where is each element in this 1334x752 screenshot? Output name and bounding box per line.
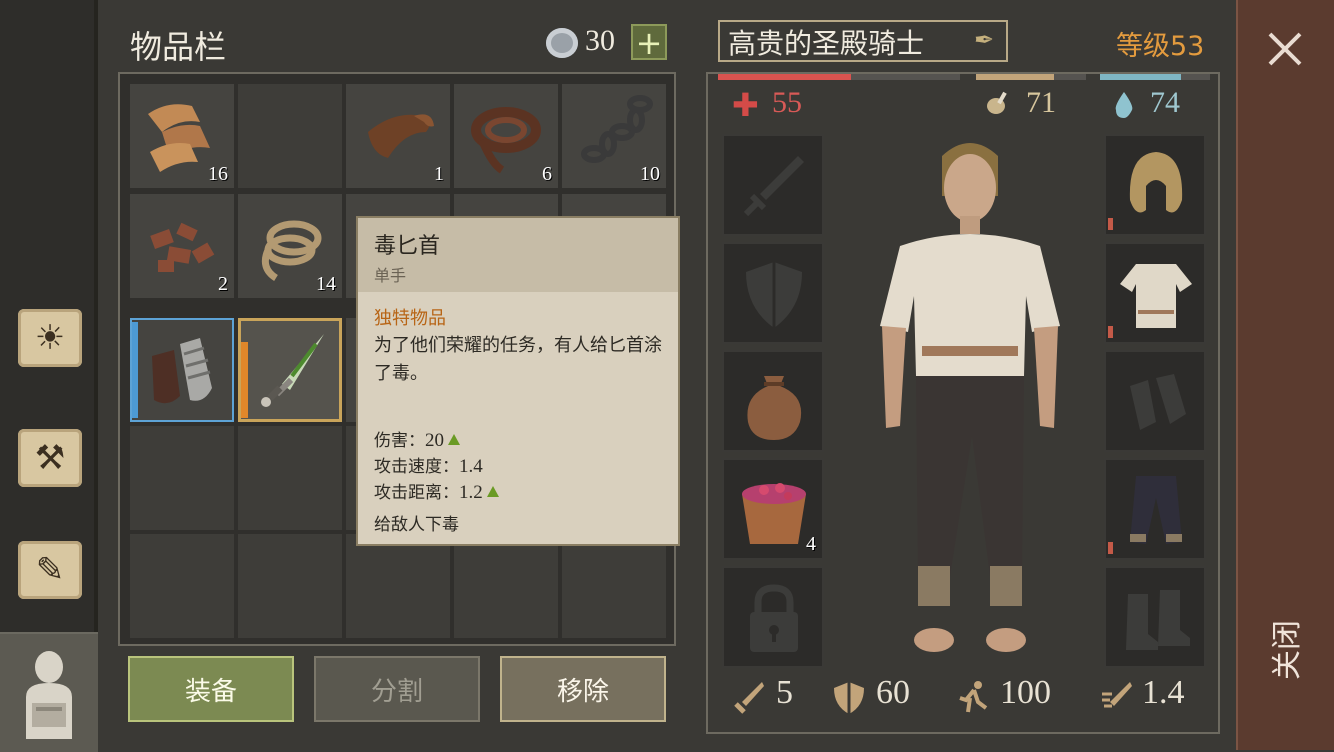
item-count: 1 (434, 163, 444, 185)
sack-icon (747, 376, 802, 440)
sidebar-journal-button[interactable]: ☀ (8, 296, 92, 380)
item-tooltip: 毒匕首 单手 独特物品 为了他们荣耀的任务，有人给匕首涂了毒。 伤害：20 攻击… (356, 216, 680, 546)
scraps-icon (150, 222, 215, 272)
item-count: 14 (316, 273, 336, 295)
equip-button[interactable]: 装备 (128, 656, 294, 722)
close-label: 关闭 (1270, 620, 1305, 680)
item-count: 4 (806, 533, 816, 555)
left-sidebar: ☀ ⚒ ✎ (0, 0, 98, 752)
item-count: 10 (640, 163, 660, 185)
hands-slot[interactable] (1104, 350, 1206, 452)
inventory-title: 物品栏 (130, 28, 227, 66)
hammer-icon: ⚒ (18, 429, 82, 487)
tooltip-rarity: 独特物品 (374, 308, 446, 329)
armor-value: 60 (876, 674, 910, 711)
edit-feather-icon[interactable]: ✒ (974, 26, 1000, 56)
shield-slot[interactable] (722, 242, 824, 344)
scroll-quill-icon: ✎ (18, 541, 82, 599)
inventory-slot[interactable]: 14 (238, 194, 342, 298)
sun-book-icon: ☀ (18, 309, 82, 367)
split-button[interactable]: 分割 (314, 656, 480, 722)
attack-icon (734, 682, 764, 714)
running-speed-icon (959, 681, 988, 713)
bag-slot[interactable] (722, 350, 824, 452)
inventory-slot[interactable] (238, 426, 342, 530)
tooltip-item-name: 毒匕首 (374, 234, 441, 259)
leather-strap-icon (471, 107, 541, 174)
sword-icon (743, 156, 804, 217)
inventory-slot[interactable] (346, 534, 450, 638)
attack-speed-value: 1.4 (1142, 674, 1185, 711)
sidebar-quests-button[interactable]: ✎ (8, 528, 92, 612)
berry-bowl-icon (742, 483, 806, 544)
inventory-slot[interactable] (130, 534, 234, 638)
increase-arrow-icon (486, 486, 499, 497)
pants-icon (1130, 476, 1182, 544)
character-backpack-icon (26, 651, 72, 739)
armor-gloves-icon (152, 338, 212, 404)
character-model (880, 143, 1060, 652)
speed-value: 100 (1000, 674, 1051, 711)
inventory-slot[interactable]: 2 (130, 194, 234, 298)
feet-slot[interactable] (1104, 566, 1206, 668)
tooltip-effect: 给敌人下毒 (374, 515, 459, 535)
item-count: 6 (542, 163, 552, 185)
tooltip-stat-attack-speed: 攻击速度：1.4 (374, 456, 483, 477)
remove-button[interactable]: 移除 (500, 656, 666, 722)
inventory-slot[interactable]: 16 (130, 84, 234, 188)
add-currency-button[interactable]: + (631, 24, 667, 60)
armor-icon (834, 682, 864, 714)
attack-speed-icon (1102, 682, 1132, 708)
inventory-slot[interactable] (238, 534, 342, 638)
item-count: 16 (208, 163, 228, 185)
weapon-slot[interactable] (722, 134, 824, 236)
inventory-slot[interactable]: 10 (562, 84, 666, 188)
boots-icon (1126, 590, 1190, 650)
inventory-slot[interactable] (562, 534, 666, 638)
inventory-slot-selected[interactable] (238, 318, 342, 422)
locked-slot (722, 566, 824, 668)
leather-icon (368, 114, 434, 158)
close-icon[interactable] (1264, 28, 1306, 70)
inventory-slot[interactable] (454, 534, 558, 638)
character-name: 高贵的圣殿骑士 (728, 27, 925, 60)
currency-count: 30 (585, 24, 615, 57)
lock-icon (750, 584, 798, 652)
item-count: 2 (218, 273, 228, 295)
inventory-slot[interactable]: 1 (346, 84, 450, 188)
silver-coin-icon (546, 28, 578, 58)
legs-slot[interactable] (1104, 458, 1206, 560)
poison-dagger-icon (261, 334, 324, 407)
inventory-slot[interactable] (238, 84, 342, 188)
shield-icon (746, 262, 802, 328)
increase-arrow-icon (448, 434, 460, 445)
chest-slot[interactable] (1104, 242, 1206, 344)
hood-icon (1129, 152, 1183, 213)
tooltip-stat-attack-range: 攻击距离：1.2 (374, 478, 499, 504)
tooltip-stat-damage: 伤害：20 (374, 426, 460, 452)
tooltip-item-type: 单手 (374, 266, 407, 285)
gloves-icon (1130, 374, 1186, 430)
inventory-slot[interactable] (130, 426, 234, 530)
inventory-slot[interactable] (130, 318, 234, 422)
shirt-icon (1120, 264, 1192, 328)
character-level: 等级53 (1116, 31, 1205, 62)
attack-value: 5 (776, 674, 793, 711)
head-slot[interactable] (1104, 134, 1206, 236)
inventory-slot[interactable]: 6 (454, 84, 558, 188)
tooltip-description: 为了他们荣耀的任务，有人给匕首涂了毒。 (374, 335, 662, 384)
sidebar-inventory-button[interactable] (0, 632, 98, 752)
sidebar-crafting-button[interactable]: ⚒ (8, 416, 92, 500)
consumable-slot[interactable]: 4 (722, 458, 824, 560)
